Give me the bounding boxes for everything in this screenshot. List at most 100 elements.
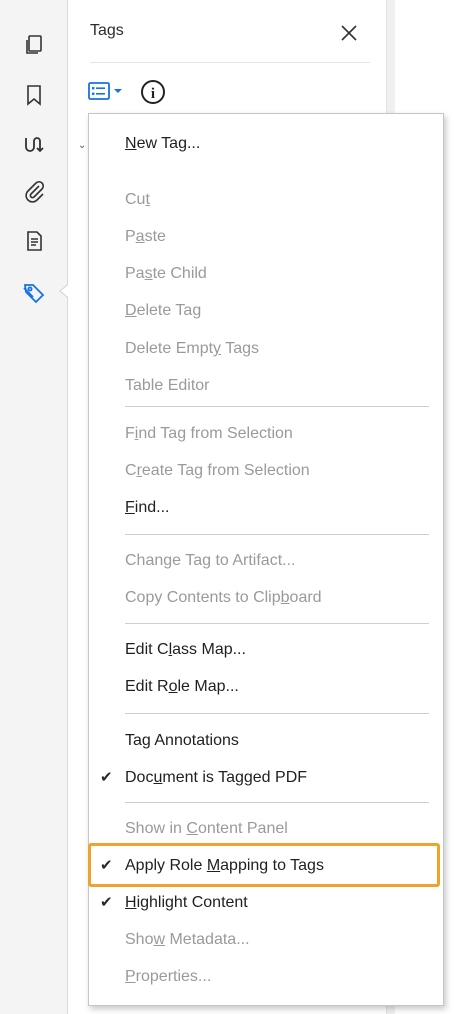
signature-icon[interactable] bbox=[19, 130, 49, 160]
menu-item-label: Delete Tag bbox=[125, 294, 201, 328]
close-icon bbox=[341, 25, 357, 41]
label-text: Cu bbox=[125, 191, 146, 208]
menu-item-label: Change Tag to Artifact... bbox=[125, 544, 295, 578]
menu-item-label: Delete Empty Tags bbox=[125, 332, 259, 366]
label-text: eate Tag from Selection bbox=[141, 462, 310, 479]
access-key: H bbox=[125, 894, 137, 911]
label-text: ass Map... bbox=[172, 641, 246, 658]
label-text: ste bbox=[144, 228, 166, 245]
access-key: F bbox=[125, 499, 135, 516]
close-panel-button[interactable] bbox=[336, 20, 362, 46]
tree-expand-caret[interactable]: ⌄ bbox=[78, 140, 86, 151]
menu-item-label: Find Tag from Selection bbox=[125, 417, 293, 451]
menu-item-label: Find... bbox=[125, 491, 169, 525]
label-text: P bbox=[125, 228, 136, 245]
options-menu-icon bbox=[88, 82, 110, 100]
label-text: elete Tag bbox=[136, 302, 202, 319]
access-key: D bbox=[125, 302, 137, 319]
label-text: ind... bbox=[134, 499, 170, 516]
label-text: Edit R bbox=[125, 678, 169, 695]
bookmark-icon[interactable] bbox=[19, 80, 49, 110]
menu-item-new-tag[interactable]: New Tag... bbox=[89, 127, 443, 161]
label-text: ment is Tagged PDF bbox=[162, 769, 308, 786]
menu-item-label: Table Editor bbox=[125, 369, 210, 403]
label-text: Table Editor bbox=[125, 377, 210, 394]
chevron-down-icon bbox=[114, 89, 122, 93]
menu-item-edit-role-map[interactable]: Edit Role Map... bbox=[89, 670, 443, 704]
label-text: Chan bbox=[125, 552, 164, 569]
label-text: roperties... bbox=[135, 968, 212, 985]
menu-item-delete-empty-tags: Delete Empty Tags bbox=[89, 332, 443, 366]
panel-divider bbox=[90, 62, 370, 63]
menu-item-cut: Cut bbox=[89, 183, 443, 217]
menu-separator bbox=[125, 623, 429, 624]
label-text: Ta bbox=[125, 732, 142, 749]
access-key: C bbox=[186, 820, 198, 837]
menu-item-delete-tag: Delete Tag bbox=[89, 294, 443, 328]
label-text: Sho bbox=[125, 931, 154, 948]
label-text: ighlight Content bbox=[136, 894, 248, 911]
options-menu-button[interactable] bbox=[88, 77, 134, 105]
access-key: s bbox=[144, 265, 153, 282]
menu-item-label: Document is Tagged PDF bbox=[125, 761, 307, 795]
menu-item-tag-annotations[interactable]: Tag Annotations bbox=[89, 724, 443, 758]
info-button[interactable]: i bbox=[140, 79, 166, 105]
menu-item-show-in-content-panel: Show in Content Panel bbox=[89, 812, 443, 846]
access-key: b bbox=[280, 589, 290, 606]
menu-item-properties: Properties... bbox=[89, 960, 443, 994]
label-text: Pa bbox=[125, 265, 145, 282]
label-text: Doc bbox=[125, 769, 154, 786]
menu-item-highlight-content[interactable]: ✔ Highlight Content bbox=[89, 886, 443, 920]
menu-item-label: Create Tag from Selection bbox=[125, 454, 310, 488]
document-properties-icon[interactable] bbox=[19, 226, 49, 256]
pages-icon[interactable] bbox=[19, 30, 49, 60]
access-key: g bbox=[163, 552, 173, 569]
access-key: y bbox=[213, 340, 222, 357]
menu-separator bbox=[125, 534, 429, 535]
access-key: a bbox=[135, 228, 145, 245]
label-text: Metadata... bbox=[165, 931, 250, 948]
info-icon: i bbox=[141, 80, 165, 104]
label-text: oard bbox=[289, 589, 322, 606]
label-text: Copy Contents to Clip bbox=[125, 589, 281, 606]
menu-item-label: Properties... bbox=[125, 960, 211, 994]
callout-highlight-box bbox=[88, 843, 440, 887]
menu-item-label: Copy Contents to Clipboard bbox=[125, 581, 322, 615]
info-glyph: i bbox=[151, 86, 155, 102]
label-text: ew Tag... bbox=[136, 135, 201, 152]
menu-item-document-is-tagged-pdf[interactable]: ✔ Document is Tagged PDF bbox=[89, 761, 443, 795]
menu-item-label: Cut bbox=[125, 183, 150, 217]
menu-item-find-tag-from-selection: Find Tag from Selection bbox=[89, 417, 443, 451]
menu-item-label: Highlight Content bbox=[125, 886, 248, 920]
label-text: nd Tag from Selection bbox=[138, 425, 293, 442]
menu-item-label: Show Metadata... bbox=[125, 923, 250, 957]
menu-item-label: Show in Content Panel bbox=[125, 812, 288, 846]
menu-item-label: Edit Role Map... bbox=[125, 670, 239, 704]
attachment-icon[interactable] bbox=[19, 176, 49, 206]
left-tool-rail bbox=[0, 0, 68, 1014]
panel-title: Tags bbox=[90, 22, 124, 39]
menu-item-copy-contents-to-clipboard: Copy Contents to Clipboard bbox=[89, 581, 443, 615]
menu-item-label: Paste Child bbox=[125, 257, 207, 291]
menu-item-show-metadata: Show Metadata... bbox=[89, 923, 443, 957]
menu-item-label: Tag Annotations bbox=[125, 724, 239, 758]
label-text: ontent Panel bbox=[197, 820, 288, 837]
label-text: C bbox=[125, 462, 137, 479]
label-text: Show in bbox=[125, 820, 187, 837]
checkmark-icon: ✔ bbox=[100, 769, 113, 786]
menu-item-find[interactable]: Find... bbox=[89, 491, 443, 525]
label-text: e Tag to Artifact... bbox=[172, 552, 296, 569]
access-key: P bbox=[125, 968, 136, 985]
menu-item-create-tag-from-selection: Create Tag from Selection bbox=[89, 454, 443, 488]
menu-item-label: Paste bbox=[125, 220, 166, 254]
label-text: le Map... bbox=[177, 678, 239, 695]
menu-item-label: New Tag... bbox=[125, 127, 200, 161]
menu-separator bbox=[125, 713, 429, 714]
checkmark-icon: ✔ bbox=[100, 894, 113, 911]
label-text: F bbox=[125, 425, 135, 442]
menu-item-label: Edit Class Map... bbox=[125, 633, 246, 667]
tags-icon[interactable] bbox=[19, 278, 49, 308]
access-key: t bbox=[145, 191, 150, 208]
menu-item-edit-class-map[interactable]: Edit Class Map... bbox=[89, 633, 443, 667]
label-text: Delete Empt bbox=[125, 340, 214, 357]
